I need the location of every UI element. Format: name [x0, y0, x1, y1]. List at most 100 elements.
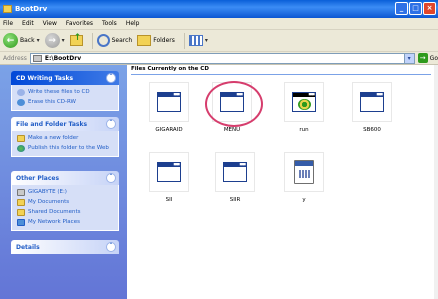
- folders-button[interactable]: Folders: [137, 35, 175, 46]
- file-name: SII: [165, 197, 173, 203]
- address-dropdown-button[interactable]: ▾: [403, 53, 414, 63]
- window-title: BootDrv: [15, 5, 48, 13]
- title-bar[interactable]: BootDrv _ □ ×: [0, 0, 438, 18]
- toolbar: ← Back ▾ → ▾ Search Folders ▾: [0, 30, 438, 52]
- forward-arrow-icon: →: [44, 33, 60, 48]
- back-button[interactable]: ← Back ▾: [3, 33, 40, 48]
- task-label: Erase this CD-RW: [28, 99, 76, 105]
- file-thumbnail: [215, 152, 255, 192]
- menu-tools[interactable]: Tools: [102, 20, 117, 27]
- menu-help[interactable]: Help: [126, 20, 140, 27]
- collapse-icon[interactable]: ˆ: [106, 173, 116, 183]
- file-name: SIIR: [229, 197, 241, 203]
- task-publish-web[interactable]: Publish this folder to the Web: [17, 145, 113, 152]
- views-button[interactable]: ▾: [188, 35, 208, 46]
- place-label: GIGABYTE (E:): [28, 189, 67, 195]
- panel-title: File and Folder Tasks: [16, 120, 88, 128]
- collapse-icon[interactable]: ˆ: [106, 73, 116, 83]
- place-label: Shared Documents: [28, 209, 81, 215]
- search-icon: [96, 34, 110, 47]
- views-icon: [188, 35, 203, 46]
- task-new-folder[interactable]: Make a new folder: [17, 135, 113, 142]
- chevron-down-icon[interactable]: ▾: [37, 37, 40, 44]
- folder-up-icon: [69, 33, 83, 46]
- new-folder-icon: [17, 135, 25, 142]
- cd-writing-tasks-header[interactable]: CD Writing Tasks ˆ: [11, 71, 119, 85]
- close-button[interactable]: ×: [423, 2, 436, 15]
- address-input[interactable]: E:\BootDrv ▾: [29, 52, 415, 64]
- task-write-to-cd[interactable]: Write these files to CD: [17, 89, 113, 96]
- task-label: Make a new folder: [28, 135, 79, 141]
- place-my-network[interactable]: My Network Places: [17, 219, 113, 226]
- folder-icon: [3, 5, 12, 13]
- globe-icon: [17, 145, 25, 152]
- cd-drive-icon: [32, 54, 42, 62]
- panel-body: Make a new folder Publish this folder to…: [11, 131, 119, 157]
- details-header[interactable]: Details ˇ: [11, 240, 119, 254]
- file-name: run: [299, 127, 309, 133]
- file-name: MENU: [223, 127, 241, 133]
- task-erase-cd[interactable]: Erase this CD-RW: [17, 99, 113, 106]
- window-app-icon: [157, 92, 181, 112]
- place-my-documents[interactable]: My Documents: [17, 199, 113, 206]
- file-item[interactable]: SIIR: [210, 152, 260, 203]
- back-arrow-icon: ←: [3, 33, 18, 48]
- expand-icon[interactable]: ˇ: [106, 242, 116, 252]
- details-panel: Details ˇ: [11, 240, 119, 254]
- address-path: E:\BootDrv: [44, 54, 82, 62]
- collapse-icon[interactable]: ˆ: [106, 119, 116, 129]
- file-name: GIGARAID: [155, 127, 183, 133]
- menu-favorites[interactable]: Favorites: [66, 20, 93, 27]
- chevron-down-icon[interactable]: ▾: [205, 37, 208, 44]
- file-name: SB600: [363, 127, 381, 133]
- file-item[interactable]: run: [279, 82, 329, 133]
- file-item[interactable]: SII: [144, 152, 194, 203]
- panel-body: GIGABYTE (E:) My Documents Shared Docume…: [11, 185, 119, 231]
- go-button[interactable]: → Go: [417, 53, 438, 63]
- file-name: y: [302, 197, 306, 203]
- up-button[interactable]: [69, 33, 83, 46]
- place-shared-documents[interactable]: Shared Documents: [17, 209, 113, 216]
- file-thumbnail: [352, 82, 392, 122]
- folder-icon: [17, 199, 25, 206]
- search-button[interactable]: Search: [96, 34, 132, 47]
- other-places-panel: Other Places ˆ GIGABYTE (E:) My Document…: [11, 171, 119, 231]
- task-label: Write these files to CD: [28, 89, 90, 95]
- cd-writing-tasks-panel: CD Writing Tasks ˆ Write these files to …: [11, 71, 119, 111]
- other-places-header[interactable]: Other Places ˆ: [11, 171, 119, 185]
- window-edge: [434, 65, 438, 299]
- chevron-down-icon[interactable]: ▾: [62, 37, 65, 44]
- address-bar: Address E:\BootDrv ▾ → Go: [0, 52, 438, 65]
- erase-cd-icon: [17, 99, 25, 106]
- file-item[interactable]: GIGARAID: [144, 82, 194, 133]
- cd-drive-icon: [17, 189, 25, 196]
- window-app-icon: [223, 162, 247, 182]
- maximize-button[interactable]: □: [409, 2, 422, 15]
- panel-body: Write these files to CD Erase this CD-RW: [11, 85, 119, 111]
- back-label: Back: [20, 37, 35, 44]
- forward-button[interactable]: → ▾: [44, 33, 65, 48]
- document-icon: [294, 160, 314, 184]
- menu-edit[interactable]: Edit: [22, 20, 34, 27]
- file-list-area: Files Currently on the CD GIGARAID MENU …: [127, 65, 438, 299]
- folders-icon: [137, 35, 152, 46]
- file-thumbnail: [284, 152, 324, 192]
- place-label: My Network Places: [28, 219, 80, 225]
- menu-file[interactable]: File: [3, 20, 13, 27]
- menu-view[interactable]: View: [43, 20, 57, 27]
- file-item[interactable]: SB600: [347, 82, 397, 133]
- window-controls: _ □ ×: [395, 2, 436, 15]
- minimize-button[interactable]: _: [395, 2, 408, 15]
- file-thumbnail: [149, 82, 189, 122]
- place-label: My Documents: [28, 199, 70, 205]
- task-label: Publish this folder to the Web: [28, 145, 109, 151]
- file-item[interactable]: y: [279, 152, 329, 203]
- panel-title: Other Places: [16, 174, 60, 182]
- file-folder-tasks-panel: File and Folder Tasks ˆ Make a new folde…: [11, 117, 119, 157]
- file-folder-tasks-header[interactable]: File and Folder Tasks ˆ: [11, 117, 119, 131]
- menu-bar: File Edit View Favorites Tools Help: [0, 18, 438, 30]
- go-label: Go: [429, 54, 438, 62]
- place-gigabyte-drive[interactable]: GIGABYTE (E:): [17, 189, 113, 196]
- cd-icon: [17, 89, 25, 96]
- panel-title: Details: [16, 243, 40, 251]
